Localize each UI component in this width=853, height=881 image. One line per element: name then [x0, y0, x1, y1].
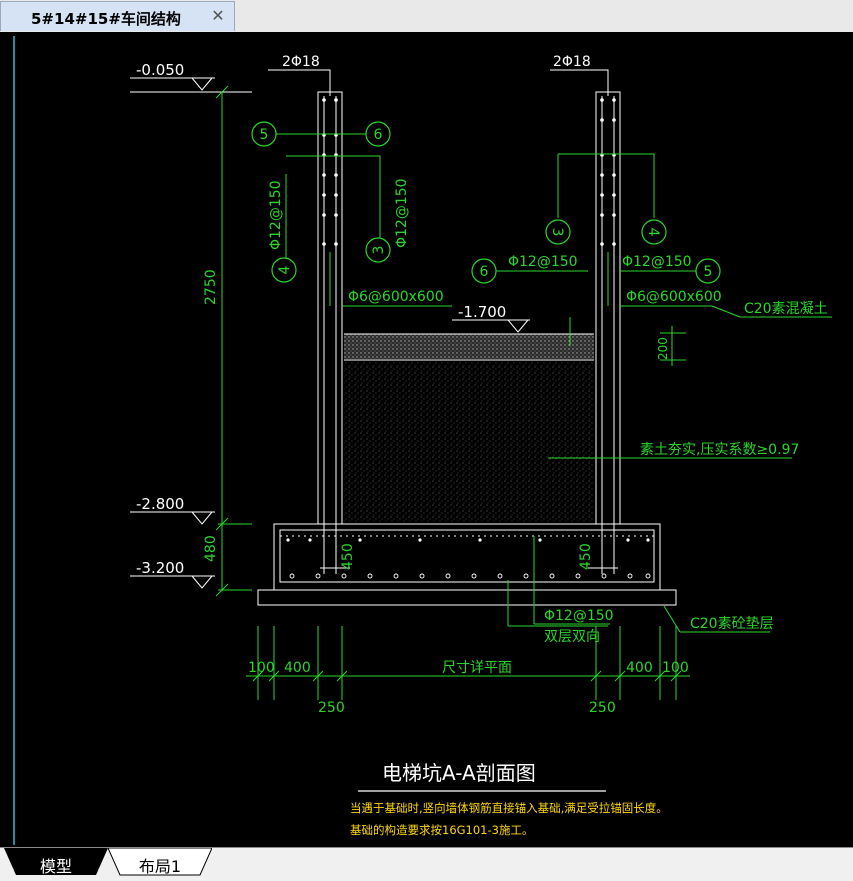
tab-layout1[interactable]: 布局1	[108, 848, 212, 876]
note-2: 基础的构造要求按16G101-3施工。	[350, 823, 533, 837]
concrete-fill	[344, 334, 594, 359]
material-soil: 素土夯实,压实系数≥0.97	[640, 442, 799, 458]
bubble-left-6: 6	[374, 127, 383, 143]
drawing-canvas[interactable]: -0.050 -2.800 -3.200 -1.700 2750 480 2Φ1…	[0, 32, 853, 847]
elev-base: -2.800	[136, 495, 184, 513]
elev-top: -0.050	[136, 61, 184, 79]
dim-base-thickness: 480	[203, 535, 219, 562]
tab-model-label: 模型	[39, 857, 72, 876]
soil-fill	[344, 362, 594, 522]
elev-mid: -1.700	[458, 303, 506, 321]
bottom-rebar-dots	[289, 573, 651, 579]
document-tab-title: 5#14#15#车间结构	[31, 10, 181, 28]
bubble-right-5: 5	[704, 264, 713, 280]
bubble-left-5: 5	[260, 127, 269, 143]
document-tab[interactable]: 5#14#15#车间结构 ✕	[0, 1, 235, 31]
dim-250-left: 250	[318, 700, 345, 716]
bubble-right-6: 6	[480, 264, 489, 280]
dim-100-right: 100	[662, 660, 689, 676]
rebar-top-left: 2Φ18	[282, 54, 320, 70]
rebar-right-a: Φ12@150	[508, 254, 578, 270]
rebar-tie-left: Φ6@600x600	[348, 289, 444, 305]
tab-model[interactable]: 模型	[4, 848, 108, 876]
left-vertical-dim	[215, 85, 252, 597]
tab-layout1-label: 布局1	[138, 857, 182, 876]
dim-100-left: 100	[248, 660, 275, 676]
dim-fill-layer: 200	[656, 337, 670, 360]
rebar-left-vertical: Φ12@150	[268, 180, 284, 250]
elev-bottom: -3.200	[136, 559, 184, 577]
drawing-title: 电梯坑A-A剖面图	[382, 761, 536, 785]
dim-anchor-right: 450	[578, 543, 594, 570]
close-icon[interactable]: ✕	[208, 6, 228, 26]
dim-span: 尺寸详平面	[442, 660, 512, 676]
dim-250-right: 250	[589, 700, 616, 716]
section-drawing: -0.050 -2.800 -3.200 -1.700 2750 480 2Φ1…	[13, 36, 832, 845]
dim-anchor-left: 450	[340, 543, 356, 570]
rebar-right-b: Φ12@150	[622, 254, 692, 270]
dim-400-left: 400	[284, 660, 311, 676]
note-1: 当遇于基础时,竖向墙体钢筋直接锚入基础,满足受拉锚固长度。	[350, 801, 668, 815]
rebar-tie-right: Φ6@600x600	[626, 289, 722, 305]
rebar-top-right: 2Φ18	[553, 54, 591, 70]
bubble-right-4: 4	[645, 228, 661, 237]
material-concrete: C20素混凝土	[744, 301, 828, 317]
bubble-left-4: 4	[277, 265, 293, 274]
rebar-slab: Φ12@150	[544, 608, 614, 624]
rebar-left-horizontal: Φ12@150	[394, 178, 410, 248]
bubble-right-3: 3	[549, 228, 565, 237]
dim-400-right: 400	[626, 660, 653, 676]
layout-tab-bar: 模型 布局1	[0, 847, 853, 881]
material-cushion: C20素砼垫层	[690, 616, 774, 632]
document-tab-bar: 5#14#15#车间结构 ✕	[0, 0, 853, 33]
bubble-left-3: 3	[371, 246, 387, 255]
dim-wall-height: 2750	[203, 269, 219, 305]
rebar-slab-note: 双层双向	[544, 629, 600, 645]
